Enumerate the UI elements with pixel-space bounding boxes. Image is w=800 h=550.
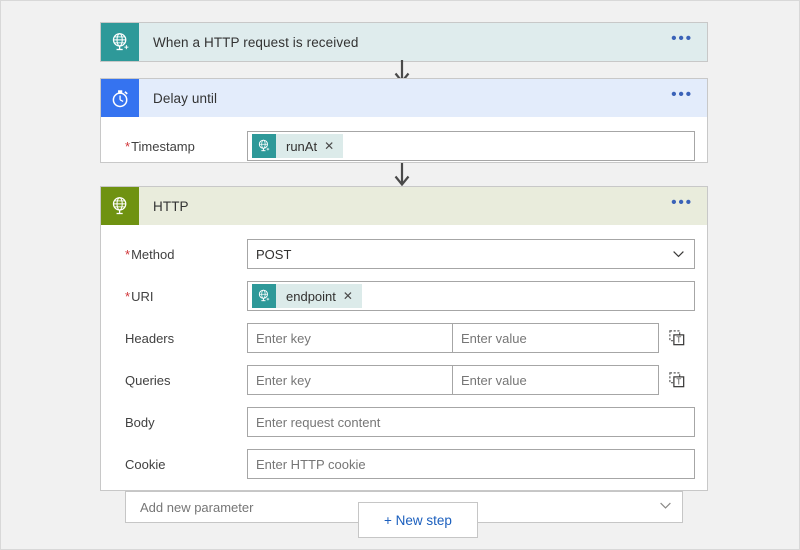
timestamp-label: *Timestamp bbox=[113, 139, 247, 154]
globe-network-icon bbox=[252, 134, 276, 158]
http-card[interactable]: HTTP ••• *Method POST bbox=[100, 186, 708, 491]
workflow-canvas: When a HTTP request is received ••• bbox=[1, 1, 799, 549]
trigger-overflow-menu-button[interactable]: ••• bbox=[663, 35, 707, 49]
token-runAt-remove-icon[interactable]: ✕ bbox=[324, 140, 343, 152]
globe-network-icon bbox=[101, 23, 139, 61]
queries-value-input[interactable]: Enter value bbox=[453, 365, 659, 395]
globe-network-icon bbox=[101, 187, 139, 225]
method-required-marker: * bbox=[125, 247, 130, 262]
cookie-row: Cookie Enter HTTP cookie bbox=[113, 445, 695, 483]
trigger-card-title: When a HTTP request is received bbox=[139, 35, 663, 50]
body-input[interactable]: Enter request content bbox=[247, 407, 695, 437]
svg-text:T: T bbox=[676, 377, 681, 386]
token-runAt[interactable]: runAt ✕ bbox=[252, 134, 343, 158]
http-card-header[interactable]: HTTP ••• bbox=[101, 187, 707, 225]
headers-label: Headers bbox=[113, 331, 247, 346]
body-placeholder: Enter request content bbox=[256, 415, 380, 430]
queries-key-input[interactable]: Enter key bbox=[247, 365, 453, 395]
body-label: Body bbox=[113, 415, 247, 430]
delay-until-overflow-menu-button[interactable]: ••• bbox=[663, 91, 707, 105]
trigger-card[interactable]: When a HTTP request is received ••• bbox=[100, 22, 708, 62]
uri-label: *URI bbox=[113, 289, 247, 304]
headers-key-value-pair: Enter key Enter value bbox=[247, 323, 659, 353]
http-card-body: *Method POST *URI bbox=[101, 225, 707, 535]
token-endpoint[interactable]: endpoint ✕ bbox=[252, 284, 362, 308]
new-step-button-label: + New step bbox=[384, 513, 452, 528]
method-label: *Method bbox=[113, 247, 247, 262]
headers-value-placeholder: Enter value bbox=[461, 331, 527, 346]
queries-key-placeholder: Enter key bbox=[256, 373, 311, 388]
method-select[interactable]: POST bbox=[247, 239, 695, 269]
token-endpoint-label: endpoint bbox=[276, 289, 343, 304]
cookie-input[interactable]: Enter HTTP cookie bbox=[247, 449, 695, 479]
globe-network-icon bbox=[252, 284, 276, 308]
uri-row: *URI bbox=[113, 277, 695, 315]
new-step-button[interactable]: + New step bbox=[358, 502, 478, 538]
timestamp-label-text: Timestamp bbox=[131, 139, 195, 154]
uri-label-text: URI bbox=[131, 289, 153, 304]
token-runAt-label: runAt bbox=[276, 139, 324, 154]
headers-value-input[interactable]: Enter value bbox=[453, 323, 659, 353]
timestamp-input[interactable]: runAt ✕ bbox=[247, 131, 695, 161]
chevron-down-icon bbox=[659, 499, 672, 515]
headers-key-input[interactable]: Enter key bbox=[247, 323, 453, 353]
uri-input[interactable]: endpoint ✕ bbox=[247, 281, 695, 311]
switch-to-text-mode-icon[interactable]: T bbox=[659, 330, 695, 346]
method-row: *Method POST bbox=[113, 235, 695, 273]
chevron-down-icon bbox=[672, 248, 685, 261]
queries-key-value-pair: Enter key Enter value bbox=[247, 365, 659, 395]
http-overflow-menu-button[interactable]: ••• bbox=[663, 199, 707, 213]
timestamp-required-marker: * bbox=[125, 139, 130, 154]
queries-value-placeholder: Enter value bbox=[461, 373, 527, 388]
switch-to-text-mode-icon[interactable]: T bbox=[659, 372, 695, 388]
headers-row: Headers Enter key Enter value bbox=[113, 319, 695, 357]
uri-required-marker: * bbox=[125, 289, 130, 304]
method-label-text: Method bbox=[131, 247, 174, 262]
delay-until-card-title: Delay until bbox=[139, 91, 663, 106]
svg-text:T: T bbox=[676, 335, 681, 344]
stopwatch-icon bbox=[101, 79, 139, 117]
headers-key-placeholder: Enter key bbox=[256, 331, 311, 346]
logic-app-designer: When a HTTP request is received ••• bbox=[0, 0, 800, 550]
queries-row: Queries Enter key Enter value bbox=[113, 361, 695, 399]
token-endpoint-remove-icon[interactable]: ✕ bbox=[343, 290, 362, 302]
timestamp-row: *Timestamp bbox=[113, 127, 695, 165]
cookie-placeholder: Enter HTTP cookie bbox=[256, 457, 366, 472]
method-selected-value: POST bbox=[256, 247, 291, 262]
http-card-title: HTTP bbox=[139, 199, 663, 214]
cookie-label: Cookie bbox=[113, 457, 247, 472]
queries-label: Queries bbox=[113, 373, 247, 388]
delay-until-card[interactable]: Delay until ••• *Timestamp bbox=[100, 78, 708, 163]
body-row: Body Enter request content bbox=[113, 403, 695, 441]
trigger-card-header[interactable]: When a HTTP request is received ••• bbox=[101, 23, 707, 61]
delay-until-card-header[interactable]: Delay until ••• bbox=[101, 79, 707, 117]
